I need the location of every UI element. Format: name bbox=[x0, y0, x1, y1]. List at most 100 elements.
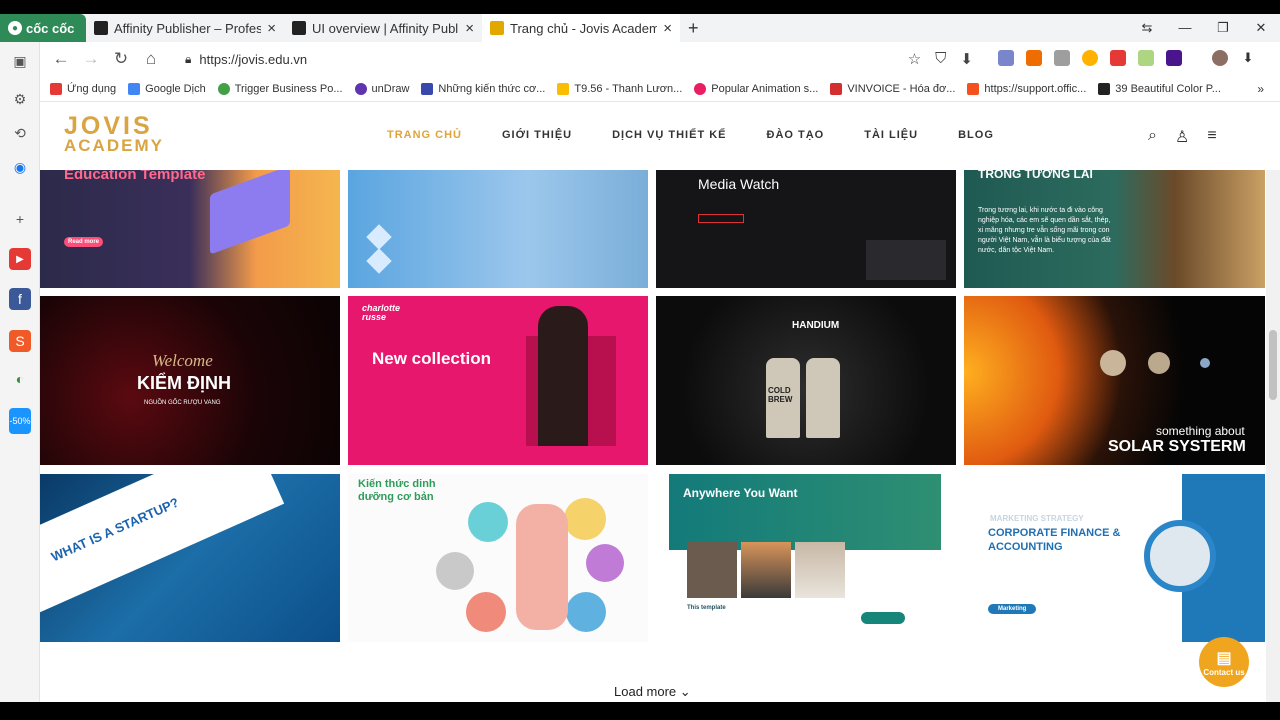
extension-icon[interactable] bbox=[1054, 50, 1070, 66]
ds-icon bbox=[1098, 82, 1111, 95]
home-icon[interactable]: ⌂ bbox=[136, 49, 166, 69]
history-icon[interactable]: ⟲ bbox=[9, 122, 31, 144]
extension-icon[interactable] bbox=[1026, 50, 1042, 66]
planet-shape bbox=[1148, 352, 1170, 374]
portfolio-card-wine[interactable]: Welcome KIỂM ĐỊNH NGUỒN GỐC RƯỢU VANG bbox=[40, 296, 340, 465]
jovis-favicon-icon bbox=[490, 21, 504, 35]
dribbble-icon bbox=[694, 82, 707, 95]
more-bookmarks-icon[interactable]: » bbox=[1257, 82, 1264, 96]
translate-icon bbox=[128, 82, 141, 95]
search-icon[interactable]: ⌕ bbox=[1148, 127, 1157, 147]
tab-list-icon[interactable]: ⇆ bbox=[1128, 20, 1166, 36]
photo-thumbnail bbox=[741, 542, 791, 598]
extension-icon[interactable] bbox=[1138, 50, 1154, 66]
vinvoice-icon bbox=[830, 82, 843, 95]
back-icon[interactable]: ← bbox=[46, 49, 76, 69]
bookmark-item[interactable]: unDraw bbox=[354, 82, 409, 95]
tab-affinity-publisher[interactable]: Affinity Publisher – Professio× bbox=[86, 14, 284, 42]
nutrition-circle bbox=[436, 552, 474, 590]
download-icon[interactable]: ⬇ bbox=[960, 50, 973, 68]
avatar[interactable] bbox=[1212, 50, 1228, 66]
extension-icon[interactable] bbox=[1166, 50, 1182, 66]
portfolio-card-new-collection[interactable]: charlotte russe New collection bbox=[348, 296, 648, 465]
menu-item-about[interactable]: GIỚI THIỆU bbox=[502, 129, 572, 141]
bookmark-item[interactable]: Google Dịch bbox=[128, 82, 206, 95]
main-menu: TRANG CHỦ GIỚI THIỆU DỊCH VỤ THIẾT KẾ ĐÀ… bbox=[387, 129, 1034, 141]
lock-icon: 🔒︎ bbox=[185, 51, 192, 66]
undraw-icon bbox=[354, 82, 367, 95]
scrollbar-thumb[interactable] bbox=[1269, 330, 1277, 400]
reload-icon[interactable]: ↻ bbox=[106, 49, 136, 69]
microsoft-icon bbox=[967, 82, 980, 95]
portfolio-card-startup[interactable]: WHAT IS A STARTUP? bbox=[40, 474, 340, 642]
bookmark-item[interactable]: T9.56 - Thanh Lươn... bbox=[557, 82, 682, 95]
new-tab-icon[interactable]: + bbox=[688, 18, 699, 39]
add-icon[interactable]: + bbox=[9, 208, 31, 230]
bookmarks-bar: Ứng dụng Google Dịch Trigger Business Po… bbox=[40, 76, 1280, 102]
extension-icon[interactable] bbox=[1082, 50, 1098, 66]
forward-icon[interactable]: → bbox=[76, 49, 106, 69]
tab-jovis-academy[interactable]: Trang chủ - Jovis Academy × bbox=[482, 14, 680, 42]
download-icon[interactable]: ⬇ bbox=[1240, 50, 1256, 66]
youtube-icon[interactable]: ▶ bbox=[9, 248, 31, 270]
illustration-books bbox=[210, 170, 290, 255]
jovis-logo[interactable]: JOVIS ACADEMY bbox=[64, 114, 164, 156]
load-more-button[interactable]: Load more ⌄ bbox=[614, 684, 691, 700]
nutrition-circle bbox=[586, 544, 624, 582]
bookmark-item[interactable]: VINVOICE - Hóa đơ... bbox=[830, 82, 955, 95]
planet-shape bbox=[1100, 350, 1126, 376]
drive-icon bbox=[557, 82, 570, 95]
minimize-icon[interactable]: — bbox=[1166, 20, 1204, 36]
chevron-down-icon: ⌄ bbox=[679, 684, 691, 699]
messenger-icon[interactable]: ◉ bbox=[9, 156, 31, 178]
menu-item-training[interactable]: ĐÀO TẠO bbox=[767, 129, 825, 141]
extension-bar: ⬇ bbox=[998, 50, 1256, 66]
page-scrollbar[interactable] bbox=[1266, 170, 1280, 702]
extension-icon[interactable] bbox=[1110, 50, 1126, 66]
portfolio-card-anywhere[interactable]: Anywhere You Want This template bbox=[669, 474, 941, 642]
shopee-icon[interactable]: S bbox=[9, 330, 31, 352]
portfolio-card-corporate-finance[interactable]: MARKETING STRATEGY CORPORATE FINANCE & A… bbox=[964, 474, 1265, 642]
hamburger-menu-icon[interactable]: ≡ bbox=[1207, 127, 1216, 147]
portfolio-card-nutrition[interactable]: Kiến thức dinh dưỡng cơ bản bbox=[348, 474, 648, 642]
browser-navbar: ← → ↻ ⌂ 🔒︎ https://jovis.edu.vn ☆ ⛉ ⬇ ⬇ bbox=[40, 42, 1280, 76]
browser-logo[interactable]: ● cốc cốc bbox=[0, 14, 86, 42]
bookmark-item[interactable]: Trigger Business Po... bbox=[217, 82, 343, 95]
menu-item-home[interactable]: TRANG CHỦ bbox=[387, 129, 462, 141]
diamond-shape bbox=[366, 224, 392, 250]
portfolio-card-handium[interactable]: HANDIUM COLD BREW bbox=[656, 296, 956, 465]
menu-item-design-services[interactable]: DỊCH VỤ THIẾT KẾ bbox=[612, 129, 726, 141]
maximize-icon[interactable]: ❐ bbox=[1204, 20, 1242, 36]
portfolio-card-blue[interactable] bbox=[348, 170, 648, 288]
close-icon[interactable]: × bbox=[267, 20, 276, 37]
contact-us-button[interactable]: ▤ Contact us bbox=[1199, 637, 1249, 687]
menu-item-documents[interactable]: TÀI LIỆU bbox=[864, 129, 918, 141]
bookmark-item[interactable]: 39 Beautiful Color P... bbox=[1098, 82, 1221, 95]
tab-ui-overview[interactable]: UI overview | Affinity Publishe× bbox=[284, 14, 482, 42]
address-bar[interactable]: 🔒︎ https://jovis.edu.vn ☆ ⛉ ⬇ bbox=[173, 45, 983, 73]
window-close-icon[interactable]: ✕ bbox=[1242, 20, 1280, 36]
extension-icon[interactable] bbox=[998, 50, 1014, 66]
portfolio-card-media-watch[interactable]: Media Watch bbox=[656, 170, 956, 288]
bookmark-star-icon[interactable]: ☆ bbox=[908, 50, 921, 68]
portfolio-card-future[interactable]: TRONG TƯƠNG LAI Trong tương lai, khi nướ… bbox=[964, 170, 1265, 288]
bookmark-item[interactable]: Ứng dụng bbox=[50, 82, 116, 95]
close-icon[interactable]: × bbox=[663, 20, 672, 37]
close-icon[interactable]: × bbox=[465, 20, 474, 37]
intestine-illustration bbox=[516, 504, 568, 630]
bookmark-item[interactable]: https://support.offic... bbox=[967, 82, 1086, 95]
portfolio-card-solar[interactable]: something about SOLAR SYSTERM bbox=[964, 296, 1265, 465]
portfolio-card-education[interactable]: Education Template Read more bbox=[40, 170, 340, 288]
extension-icon[interactable]: ◐ bbox=[9, 368, 31, 390]
tiki-icon[interactable]: -50% bbox=[9, 408, 31, 434]
menu-item-blog[interactable]: BLOG bbox=[958, 129, 994, 141]
affinity-icon bbox=[292, 21, 306, 35]
bookmark-item[interactable]: Popular Animation s... bbox=[694, 82, 818, 95]
settings-icon[interactable]: ⚙ bbox=[9, 88, 31, 110]
sidebar-toggle-icon[interactable]: ▣ bbox=[9, 50, 31, 72]
user-icon[interactable]: ♙ bbox=[1175, 127, 1189, 147]
photo-thumbnail bbox=[687, 542, 737, 598]
bookmark-item[interactable]: Những kiến thức cơ... bbox=[421, 82, 545, 95]
facebook-icon[interactable]: f bbox=[9, 288, 31, 310]
shield-icon[interactable]: ⛉ bbox=[935, 50, 946, 68]
